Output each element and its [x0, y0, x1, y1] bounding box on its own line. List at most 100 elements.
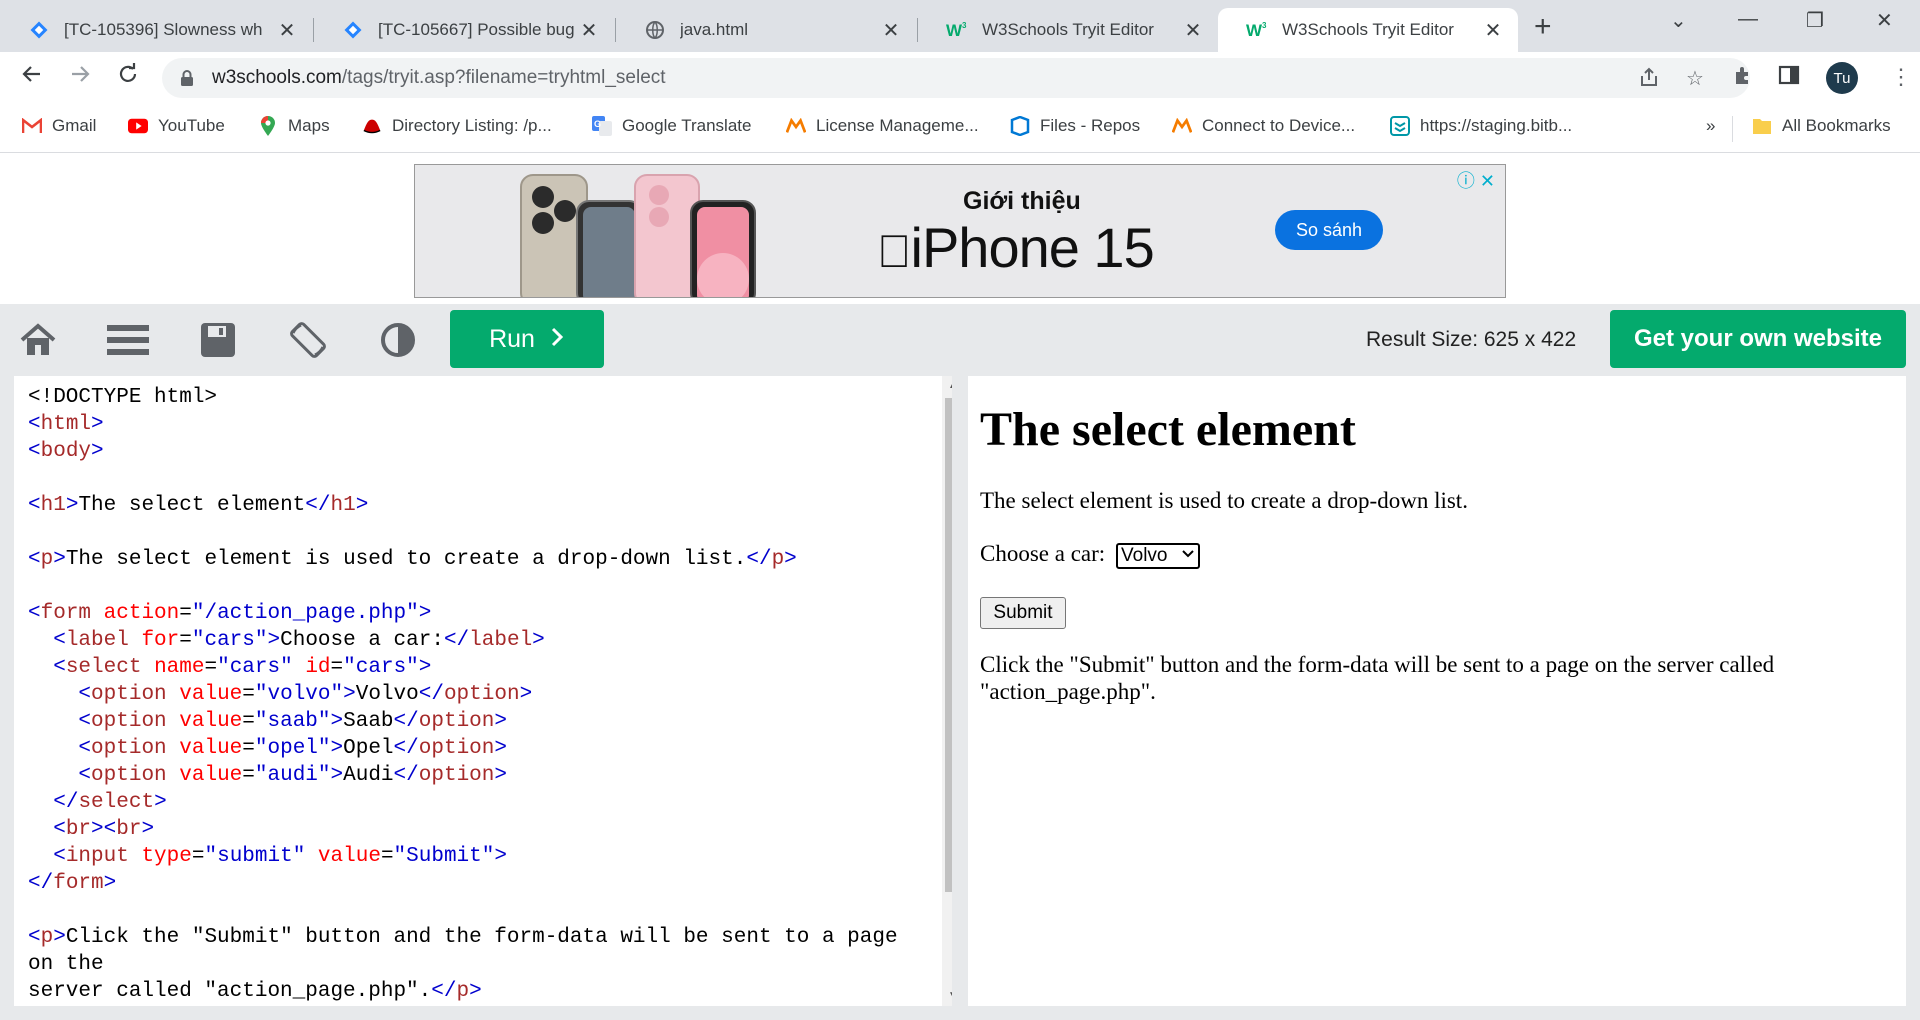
close-icon[interactable]: ✕ [1482, 18, 1504, 43]
result-heading: The select element [980, 403, 1356, 456]
bookmark-youtube[interactable]: YouTube [128, 116, 225, 136]
youtube-icon [128, 116, 148, 136]
scroll-down-icon[interactable]: ▼ [948, 990, 952, 1001]
connect-device-icon [1172, 116, 1192, 136]
tab-search-chevron-icon[interactable]: ⌄ [1670, 8, 1687, 33]
tab-jira-1[interactable]: [TC-105396] Slowness wh ✕ [0, 8, 312, 52]
car-select-label: Choose a car: [980, 541, 1106, 566]
chevron-down-icon [1182, 546, 1194, 562]
tab-title: [TC-105396] Slowness wh [64, 20, 263, 39]
globe-icon [644, 19, 666, 41]
close-icon[interactable]: ✕ [1182, 18, 1204, 43]
window-close-icon[interactable]: ✕ [1876, 8, 1893, 33]
bookmarks-divider [1732, 116, 1733, 142]
lock-icon[interactable] [180, 70, 194, 86]
ad-compare-button[interactable]: So sánh [1275, 210, 1383, 250]
close-icon[interactable]: ✕ [880, 18, 902, 43]
redhat-icon [362, 116, 382, 136]
more-menu-icon[interactable]: ⋮ [1890, 64, 1912, 90]
bookmark-label: All Bookmarks [1782, 116, 1891, 135]
tab-title: [TC-105667] Possible bug [378, 20, 575, 39]
restore-icon[interactable]: ❐ [1806, 8, 1824, 33]
code-text[interactable]: <!DOCTYPE html> <html> <body> <h1>The se… [14, 376, 952, 1005]
theme-contrast-icon[interactable] [376, 318, 420, 362]
bitbucket-icon [1390, 116, 1410, 136]
tab-strip: [TC-105396] Slowness wh ✕ [TC-105667] Po… [0, 0, 1920, 52]
ad-product-title: iPhone 15 [877, 215, 1155, 280]
iphone-product-image [515, 171, 785, 297]
save-icon[interactable] [196, 318, 240, 362]
forward-icon[interactable] [68, 62, 92, 93]
browser-toolbar: w3schools.com/tags/tryit.asp?filename=tr… [0, 52, 1920, 104]
jira-diamond-icon [28, 19, 50, 41]
close-icon[interactable]: ✕ [578, 18, 600, 43]
bookmark-label: License Manageme... [816, 116, 979, 135]
car-select[interactable]: Volvo [1116, 543, 1200, 569]
apple-logo-icon:  [877, 225, 911, 277]
w3schools-icon: W3 [1246, 19, 1268, 41]
rotate-layout-icon[interactable] [286, 318, 330, 362]
bookmark-license-management[interactable]: License Manageme... [786, 116, 979, 136]
tab-w3schools-1[interactable]: W3 W3Schools Tryit Editor ✕ [918, 8, 1218, 52]
avatar[interactable]: Tu [1826, 62, 1858, 94]
url-host: w3schools.com [212, 67, 342, 88]
bookmark-label: YouTube [158, 116, 225, 135]
result-footer-text: Click the "Submit" button and the form-d… [980, 652, 1775, 704]
svg-text:W: W [1246, 21, 1263, 40]
bookmark-google-translate[interactable]: G Google Translate [592, 116, 751, 136]
license-manager-icon [786, 116, 806, 136]
tab-w3schools-active[interactable]: W3 W3Schools Tryit Editor ✕ [1218, 8, 1518, 52]
svg-text:3: 3 [962, 21, 967, 30]
google-translate-icon: G [592, 116, 612, 136]
back-icon[interactable] [20, 62, 44, 93]
run-button[interactable]: Run [450, 310, 604, 368]
editor-toolbar: Run Result Size: 625 x 422 Get your own … [0, 304, 1920, 376]
submit-button[interactable]: Submit [980, 597, 1066, 629]
more-bookmarks-chevron[interactable]: » [1706, 116, 1715, 136]
share-icon[interactable] [1638, 66, 1660, 94]
bookmark-label: Maps [288, 116, 330, 135]
close-icon[interactable]: ✕ [276, 18, 298, 43]
bookmark-label: Files - Repos [1040, 116, 1141, 135]
bookmark-staging-bitbucket[interactable]: https://staging.bitb... [1390, 116, 1572, 136]
bookmark-label: Gmail [52, 116, 97, 135]
code-editor[interactable]: <!DOCTYPE html> <html> <body> <h1>The se… [14, 376, 952, 1006]
minimize-icon[interactable]: — [1738, 8, 1758, 31]
ad-intro-text: Giới thiệu [963, 187, 1081, 215]
get-your-own-website-button[interactable]: Get your own website [1610, 310, 1906, 368]
bookmark-connect-to-device[interactable]: Connect to Device... [1172, 116, 1355, 136]
scroll-up-icon[interactable]: ▲ [948, 380, 952, 391]
tab-java-html[interactable]: java.html ✕ [616, 8, 916, 52]
bookmark-gmail[interactable]: Gmail [22, 116, 96, 136]
bookmarks-bar: Gmail YouTube Maps Directory Listing: /p… [0, 104, 1920, 153]
tab-title: W3Schools Tryit Editor [1282, 20, 1454, 39]
new-tab-icon[interactable]: + [1534, 10, 1552, 44]
w3schools-icon: W3 [946, 19, 968, 41]
code-scrollbar[interactable]: ▲ ▼ [942, 376, 952, 1006]
svg-text:3: 3 [1262, 21, 1267, 30]
folder-icon [1752, 116, 1772, 136]
tab-title: java.html [680, 20, 749, 39]
azure-repos-icon [1010, 116, 1030, 136]
side-panel-icon[interactable] [1778, 64, 1800, 92]
scrollbar-thumb[interactable] [945, 398, 952, 892]
bookmark-label: Connect to Device... [1202, 116, 1356, 135]
reload-icon[interactable] [116, 62, 140, 93]
run-label: Run [489, 324, 535, 353]
menu-icon[interactable] [106, 318, 150, 362]
editor-panels: <!DOCTYPE html> <html> <body> <h1>The se… [0, 376, 1920, 1020]
address-bar[interactable]: w3schools.com/tags/tryit.asp?filename=tr… [162, 58, 1750, 98]
bookmark-star-icon[interactable]: ☆ [1686, 66, 1704, 91]
ad-banner[interactable]: Giới thiệu iPhone 15 So sánh ⓘ ✕ [414, 164, 1506, 298]
extensions-icon[interactable] [1732, 64, 1756, 94]
tab-jira-2[interactable]: [TC-105667] Possible bug ✕ [314, 8, 614, 52]
all-bookmarks-folder[interactable]: All Bookmarks [1752, 116, 1891, 136]
ad-product-name: iPhone 15 [877, 216, 1155, 279]
bookmark-directory-listing[interactable]: Directory Listing: /p... [362, 116, 552, 136]
home-icon[interactable] [16, 318, 60, 362]
url-text[interactable]: w3schools.com/tags/tryit.asp?filename=tr… [212, 67, 666, 89]
bookmark-maps[interactable]: Maps [258, 116, 330, 136]
bookmark-files-repos[interactable]: Files - Repos [1010, 116, 1140, 136]
url-path: /tags/tryit.asp?filename=tryhtml_select [341, 67, 666, 88]
ad-info-close-icon[interactable]: ⓘ ✕ [1457, 167, 1495, 193]
